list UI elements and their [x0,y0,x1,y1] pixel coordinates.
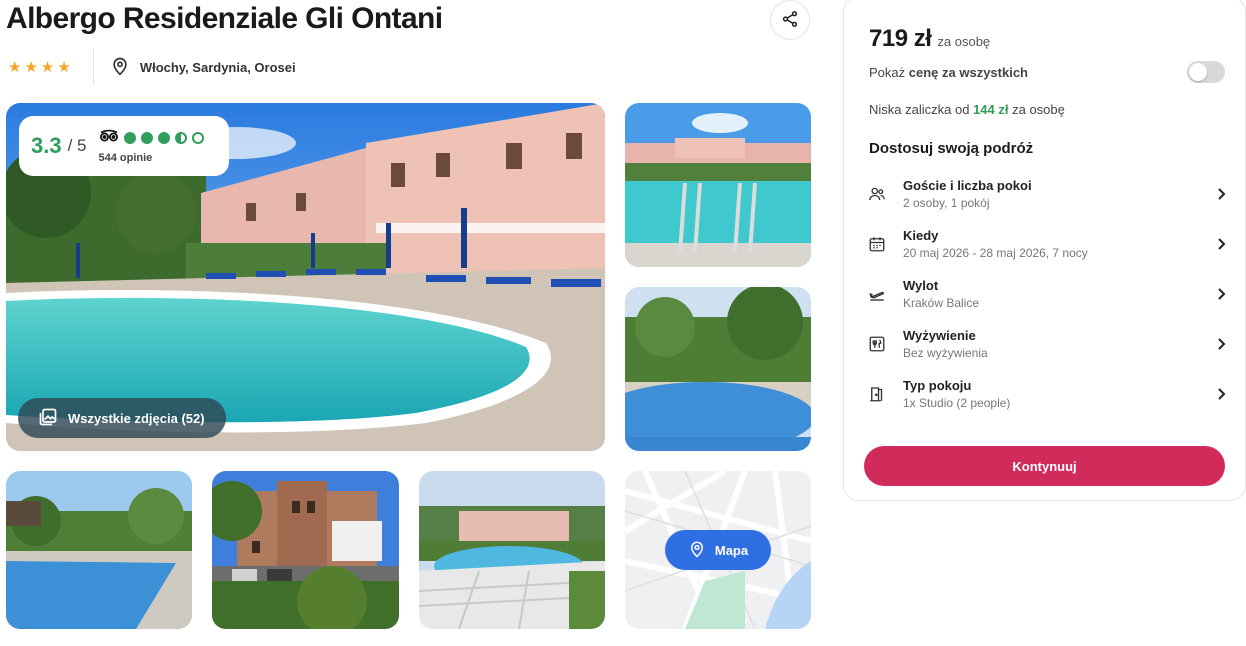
price-for-all-toggle[interactable] [1187,61,1225,83]
option-value: 1x Studio (2 people) [903,396,1011,410]
star-icon: ★ [8,58,22,76]
chevron-right-icon [1215,338,1227,350]
deposit-info: Niska zaliczka od 144 zł za osobę [869,102,1065,117]
customize-title: Dostosuj swoją podróż [869,140,1034,157]
option-board-text: Wyżywienie Bez wyżywienia [903,328,1215,360]
all-photos-label: Wszystkie zdjęcia (52) [68,410,205,426]
all-photos-button[interactable]: Wszystkie zdjęcia (52) [18,398,226,438]
rating-bubble-full [140,132,153,144]
map-button-label: Mapa [714,542,749,558]
option-dates[interactable]: Kiedy 20 maj 2026 - 28 maj 2026, 7 nocy [867,219,1227,269]
rating-bubble-half [174,132,187,144]
toggle-label-prefix: Pokaż [869,64,906,80]
chevron-right-icon [1215,288,1227,300]
option-board[interactable]: Wyżywienie Bez wyżywienia [867,319,1227,369]
hotel-meta: ★ ★ ★ ★ Włochy, Sardynia, Orosei [8,48,296,86]
star-icon: ★ [57,58,71,76]
thumbnail-building[interactable] [212,471,399,629]
chevron-right-icon [1215,188,1227,200]
map-pin-icon [688,540,706,561]
star-icon: ★ [40,58,55,76]
meal-icon [867,334,887,354]
option-dates-text: Kiedy 20 maj 2026 - 28 maj 2026, 7 nocy [903,228,1215,260]
toggle-label: Pokaż cenę za wszystkich [869,65,1028,80]
thumbnail-pool-ladder[interactable] [625,103,811,267]
hotel-stars: ★ ★ ★ ★ [8,48,94,86]
deposit-prefix: Niska zaliczka od [869,102,970,117]
users-icon [867,184,887,204]
rating-bubble-full [123,132,136,144]
trip-options: Goście i liczba pokoi 2 osoby, 1 pokój K… [867,169,1227,419]
option-guests-text: Goście i liczba pokoi 2 osoby, 1 pokój [903,178,1215,210]
plane-takeoff-icon [867,284,887,304]
rating-max: / 5 [67,136,87,155]
share-icon [781,10,799,31]
option-room-type-text: Typ pokoju 1x Studio (2 people) [903,378,1215,410]
reviews-count[interactable]: 544 opinie [99,152,204,164]
map-pin-icon [110,56,130,79]
option-room-type[interactable]: Typ pokoju 1x Studio (2 people) [867,369,1227,419]
thumbnail-pool-garden[interactable] [625,287,811,451]
price-per-person: za osobę [937,34,991,49]
option-label: Goście i liczba pokoi [903,178,1032,193]
hotel-title: Albergo Residenziale Gli Ontani [6,2,443,35]
option-label: Typ pokoju [903,378,972,393]
option-label: Wylot [903,278,939,293]
rating-details: 544 opinie [99,129,204,164]
rating-score: 3.3 [31,133,62,158]
rating-card[interactable]: 3.3 / 5 544 opinie [19,116,229,176]
tripadvisor-bubbles [99,129,204,148]
option-value: Kraków Balice [903,296,980,310]
continue-button[interactable]: Kontynuuj [864,446,1225,486]
chevron-right-icon [1215,238,1227,250]
deposit-amount: 144 zł [973,102,1009,117]
option-departure-text: Wylot Kraków Balice [903,278,1215,310]
thumbnail-pool-terrace[interactable] [419,471,605,629]
booking-panel: 719 zł za osobę Pokaż cenę za wszystkich… [843,0,1246,501]
door-icon [867,384,887,404]
price-for-all-toggle-row: Pokaż cenę za wszystkich [869,61,1225,83]
option-value: 20 maj 2026 - 28 maj 2026, 7 nocy [903,246,1088,260]
tripadvisor-owl-icon [99,129,119,148]
option-guests[interactable]: Goście i liczba pokoi 2 osoby, 1 pokój [867,169,1227,219]
rating-bubble-empty [191,132,204,144]
option-departure[interactable]: Wylot Kraków Balice [867,269,1227,319]
rating-bubble-full [157,132,170,144]
location-text: Włochy, Sardynia, Orosei [139,59,296,75]
option-label: Wyżywienie [903,328,976,343]
share-button[interactable] [770,0,810,40]
option-value: Bez wyżywienia [903,346,988,360]
chevron-right-icon [1215,388,1227,400]
map-button[interactable]: Mapa [665,530,771,570]
gallery-icon [38,407,58,430]
price-line: 719 zł za osobę [869,25,990,53]
price: 719 zł [869,25,932,52]
deposit-suffix: za osobę [1012,102,1065,117]
hotel-location[interactable]: Włochy, Sardynia, Orosei [110,56,296,79]
option-value: 2 osoby, 1 pokój [903,196,990,210]
thumbnail-pool-sunbeds[interactable] [6,471,192,629]
option-label: Kiedy [903,228,939,243]
calendar-icon [867,234,887,254]
star-icon: ★ [24,58,38,76]
toggle-label-bold: cenę za wszystkich [908,64,1028,80]
